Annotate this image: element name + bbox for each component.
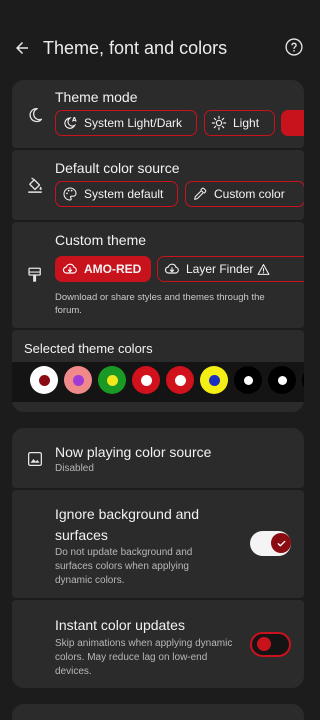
swatch-inner-dot — [277, 375, 287, 385]
theme-mode-title: Theme mode — [55, 89, 138, 105]
warning-icon — [257, 263, 270, 275]
color-source-custom-color[interactable]: Custom color — [185, 181, 304, 207]
theme-option-dark[interactable] — [281, 110, 304, 136]
color-source-system-default[interactable]: System default — [55, 181, 178, 207]
swatch-inner-dot — [208, 374, 220, 386]
custom-theme-description: Download or share styles and themes thro… — [55, 292, 265, 316]
instant-updates-subtitle: Skip animations when applying dynamic co… — [55, 638, 233, 677]
theme-color-swatch[interactable] — [132, 366, 160, 394]
help-button[interactable] — [284, 37, 304, 57]
instant-updates-toggle[interactable] — [250, 632, 291, 657]
cloud-download-icon — [164, 263, 179, 274]
sun-icon — [211, 115, 227, 131]
back-button[interactable] — [10, 36, 34, 60]
page-title: Theme, font and colors — [43, 38, 228, 58]
theme-layer-finder-label: Layer Finder — [186, 262, 254, 276]
cloud-download-icon — [62, 263, 77, 274]
swatch-inner-dot — [140, 374, 152, 386]
selected-theme-colors-title: Selected theme colors — [24, 341, 153, 356]
theme-color-swatch[interactable] — [30, 366, 58, 394]
theme-color-swatch[interactable] — [166, 366, 194, 394]
instant-updates-title: Instant color updates — [55, 617, 185, 633]
image-icon — [27, 451, 43, 467]
theme-option-system[interactable]: A System Light/Dark — [55, 110, 197, 136]
check-icon — [277, 540, 285, 546]
moon-auto-icon: A — [64, 117, 77, 129]
toggle-knob-off — [257, 636, 271, 651]
theme-color-swatch[interactable] — [302, 366, 304, 394]
theme-color-swatch[interactable] — [200, 366, 228, 394]
theme-amo-red[interactable]: AMO-RED — [55, 256, 151, 282]
ignore-background-toggle[interactable] — [250, 531, 291, 556]
theme-amo-red-label: AMO-RED — [84, 262, 142, 276]
swatch-inner-dot — [106, 374, 118, 386]
custom-theme-title: Custom theme — [55, 232, 147, 248]
brush-icon — [28, 267, 41, 282]
now-playing-title: Now playing color source — [55, 444, 212, 460]
swatch-inner-dot — [72, 374, 84, 386]
theme-color-swatch[interactable] — [268, 366, 296, 394]
theme-option-light-label: Light — [233, 116, 260, 130]
toggle-knob-on — [271, 533, 291, 553]
theme-option-light[interactable]: Light — [204, 110, 275, 136]
swatch-inner-dot — [38, 374, 50, 386]
swatch-inner-dot — [243, 375, 253, 385]
paint-bucket-icon — [28, 177, 42, 193]
theme-layer-finder[interactable]: Layer Finder — [157, 256, 304, 282]
custom-theme-card: Custom theme AMO-RED Layer Finder Downlo… — [12, 222, 304, 328]
theme-mode-card: Theme mode A System Light/Dark Light — [12, 80, 304, 148]
arrow-back-icon — [16, 42, 28, 54]
theme-color-swatch[interactable] — [64, 366, 92, 394]
palette-icon — [63, 187, 77, 201]
next-card — [12, 704, 304, 720]
default-color-source-card: Default color source System default Cust… — [12, 150, 304, 220]
theme-color-swatches — [12, 362, 304, 402]
help-circle-icon — [285, 38, 303, 56]
theme-mode-options: A System Light/Dark Light — [55, 110, 304, 138]
now-playing-card[interactable]: Now playing color source Disabled — [12, 428, 304, 488]
theme-option-system-label: System Light/Dark — [84, 116, 183, 130]
color-source-options: System default Custom color — [55, 181, 304, 209]
swatch-inner-dot — [174, 374, 186, 386]
theme-color-swatch[interactable] — [234, 366, 262, 394]
top-app-bar: Theme, font and colors — [0, 0, 316, 80]
eyedropper-icon — [194, 187, 207, 200]
color-source-custom-color-label: Custom color — [214, 187, 285, 201]
color-source-system-default-label: System default — [84, 187, 164, 201]
moon-icon — [29, 107, 43, 123]
ignore-background-subtitle: Do not update background and surfaces co… — [55, 547, 193, 586]
theme-color-swatch[interactable] — [98, 366, 126, 394]
default-color-source-title: Default color source — [55, 160, 180, 176]
svg-text:A: A — [72, 117, 77, 124]
custom-theme-list: AMO-RED Layer Finder — [55, 256, 304, 284]
ignore-background-title: Ignore background and surfaces — [55, 506, 199, 543]
now-playing-subtitle: Disabled — [55, 463, 94, 474]
